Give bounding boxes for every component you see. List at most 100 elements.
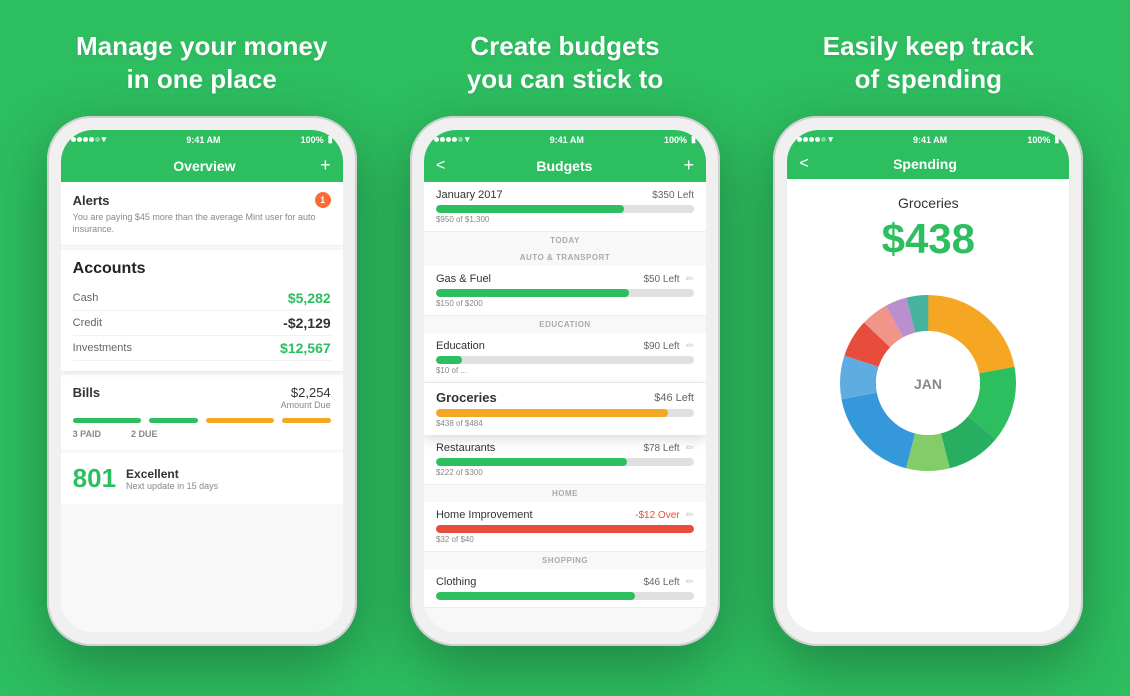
alert-title: Alerts <box>73 193 110 208</box>
column-3: Easily keep track of spending ▾ <box>748 30 1108 646</box>
status-time-1: 9:41 AM <box>186 135 220 145</box>
budget-item-home-improvement[interactable]: Home Improvement -$12 Over ✏ $32 of $40 <box>424 502 706 552</box>
accounts-section: Accounts Cash $5,282 Credit -$2,129 Inve… <box>61 250 343 371</box>
column-2-title: Create budgets you can stick to <box>467 30 664 100</box>
account-row-credit[interactable]: Credit -$2,129 <box>73 311 331 336</box>
budget-home-left: -$12 Over <box>635 510 679 521</box>
budget-home-progress-fill <box>436 525 694 533</box>
budget-cloth-left: $46 Left <box>643 577 679 588</box>
column-1: Manage your money in one place ▾ <box>22 30 382 646</box>
budget-edu-sub: $10 of ... <box>436 366 694 375</box>
budget-item-restaurants[interactable]: Restaurants $78 Left ✏ $222 of $300 <box>424 435 706 485</box>
status-time-2: 9:41 AM <box>550 135 584 145</box>
budget-edu-header: Education $90 Left ✏ <box>436 340 694 352</box>
alert-text: You are paying $45 more than the average… <box>73 212 331 235</box>
budget-item-jan[interactable]: January 2017 $350 Left $950 of $1,300 <box>424 182 706 232</box>
col2-title-line1: Create budgets <box>470 31 659 61</box>
credit-info: Excellent Next update in 15 days <box>126 467 331 491</box>
account-row-investments[interactable]: Investments $12,567 <box>73 336 331 361</box>
budget-edu-progress-fill <box>436 356 462 364</box>
status-bar-3: ▾ 9:41 AM 100% ▮ <box>787 130 1069 149</box>
accounts-title: Accounts <box>73 260 331 278</box>
section-today: TODAY <box>424 232 706 249</box>
edit-icon-gas[interactable]: ✏ <box>686 274 694 285</box>
budget-rest-header: Restaurants $78 Left ✏ <box>436 442 694 454</box>
phone-1: ▾ 9:41 AM 100% ▮ Overview + <box>47 116 357 646</box>
budget-gas-progress-fill <box>436 289 630 297</box>
bills-amount: $2,254 <box>281 385 331 400</box>
budget-jan-header: January 2017 $350 Left <box>436 189 694 201</box>
column-1-title: Manage your money in one place <box>76 30 327 100</box>
account-value-credit: -$2,129 <box>283 315 330 331</box>
bills-sub: Amount Due <box>281 400 331 410</box>
edit-icon-home[interactable]: ✏ <box>686 510 694 521</box>
credit-section[interactable]: 801 Excellent Next update in 15 days <box>61 453 343 504</box>
alert-badge: 1 <box>315 192 331 208</box>
status-time-3: 9:41 AM <box>913 135 947 145</box>
bills-paid-label: 3 PAID <box>73 429 101 439</box>
bills-amount-group: $2,254 Amount Due <box>281 385 331 410</box>
budget-home-progress-bg <box>436 525 694 533</box>
budget-rest-progress-fill <box>436 458 627 466</box>
budget-groc-sub: $438 of $484 <box>436 419 694 428</box>
bills-bar-green-2 <box>149 418 198 423</box>
budget-item-groceries[interactable]: Groceries $46 Left $438 of $484 <box>424 383 706 435</box>
budget-groc-left: $46 Left <box>654 392 694 404</box>
spending-content: Groceries $438 <box>787 179 1069 632</box>
bills-title-group: Bills <box>73 385 100 410</box>
budget-rest-name: Restaurants <box>436 442 495 454</box>
budget-cloth-progress-fill <box>436 592 635 600</box>
budget-rest-sub: $222 of $300 <box>436 468 694 477</box>
header-title-2: Budgets <box>536 158 592 174</box>
account-value-cash: $5,282 <box>288 290 331 306</box>
app-header-2: < Budgets + <box>424 149 706 182</box>
header-title-1: Overview <box>173 158 235 174</box>
budgets-content: January 2017 $350 Left $950 of $1,300 TO… <box>424 182 706 632</box>
header-add-icon-2[interactable]: + <box>683 155 694 176</box>
section-shopping: SHOPPING <box>424 552 706 569</box>
budget-jan-name: January 2017 <box>436 189 503 201</box>
back-icon-2[interactable]: < <box>436 157 445 175</box>
app-header-1: Overview + <box>61 149 343 182</box>
battery-icon-1: ▮ <box>328 134 333 145</box>
col1-title-line1: Manage your money <box>76 31 327 61</box>
budget-item-education[interactable]: Education $90 Left ✏ $10 of ... <box>424 333 706 383</box>
phone-2-inner: ▾ 9:41 AM 100% ▮ < Budgets + <box>424 130 706 632</box>
section-education: EDUCATION <box>424 316 706 333</box>
budget-rest-progress-bg <box>436 458 694 466</box>
app-header-3: < Spending <box>787 149 1069 179</box>
wifi-icon-1: ▾ <box>102 134 107 145</box>
phone-1-inner: ▾ 9:41 AM 100% ▮ Overview + <box>61 130 343 632</box>
budget-cloth-name: Clothing <box>436 576 476 588</box>
edit-icon-cloth[interactable]: ✏ <box>686 577 694 588</box>
budget-groc-name: Groceries <box>436 390 497 405</box>
bills-section[interactable]: Bills $2,254 Amount Due <box>61 375 343 449</box>
donut-chart: JAN <box>828 283 1028 483</box>
budget-jan-sub: $950 of $1,300 <box>436 215 694 224</box>
alerts-section[interactable]: Alerts 1 You are paying $45 more than th… <box>61 182 343 246</box>
col3-title-line2: of spending <box>855 64 1002 94</box>
signal-dots <box>71 137 100 142</box>
phone-3-inner: ▾ 9:41 AM 100% ▮ < Spending Grocerie <box>787 130 1069 632</box>
status-left-1: ▾ <box>71 134 107 145</box>
wifi-icon-2: ▾ <box>465 134 470 145</box>
budget-item-clothing[interactable]: Clothing $46 Left ✏ <box>424 569 706 608</box>
column-2: Create budgets you can stick to ▾ <box>385 30 745 646</box>
budget-cloth-progress-bg <box>436 592 694 600</box>
col2-title-line2: you can stick to <box>467 64 664 94</box>
budget-edu-progress-bg <box>436 356 694 364</box>
budget-gas-progress-bg <box>436 289 694 297</box>
alert-header: Alerts 1 <box>73 192 331 208</box>
budget-groc-header: Groceries $46 Left <box>436 390 694 405</box>
donut-label: JAN <box>914 376 942 392</box>
edit-icon-rest[interactable]: ✏ <box>686 443 694 454</box>
budget-edu-name: Education <box>436 340 485 352</box>
header-add-icon-1[interactable]: + <box>320 155 331 176</box>
budget-home-name: Home Improvement <box>436 509 533 521</box>
account-row-cash[interactable]: Cash $5,282 <box>73 286 331 311</box>
edit-icon-edu[interactable]: ✏ <box>686 341 694 352</box>
bills-labels: 3 PAID 2 DUE <box>73 429 331 439</box>
budget-item-gas[interactable]: Gas & Fuel $50 Left ✏ $150 of $200 <box>424 266 706 316</box>
budget-home-sub: $32 of $40 <box>436 535 694 544</box>
back-icon-3[interactable]: < <box>799 155 808 173</box>
